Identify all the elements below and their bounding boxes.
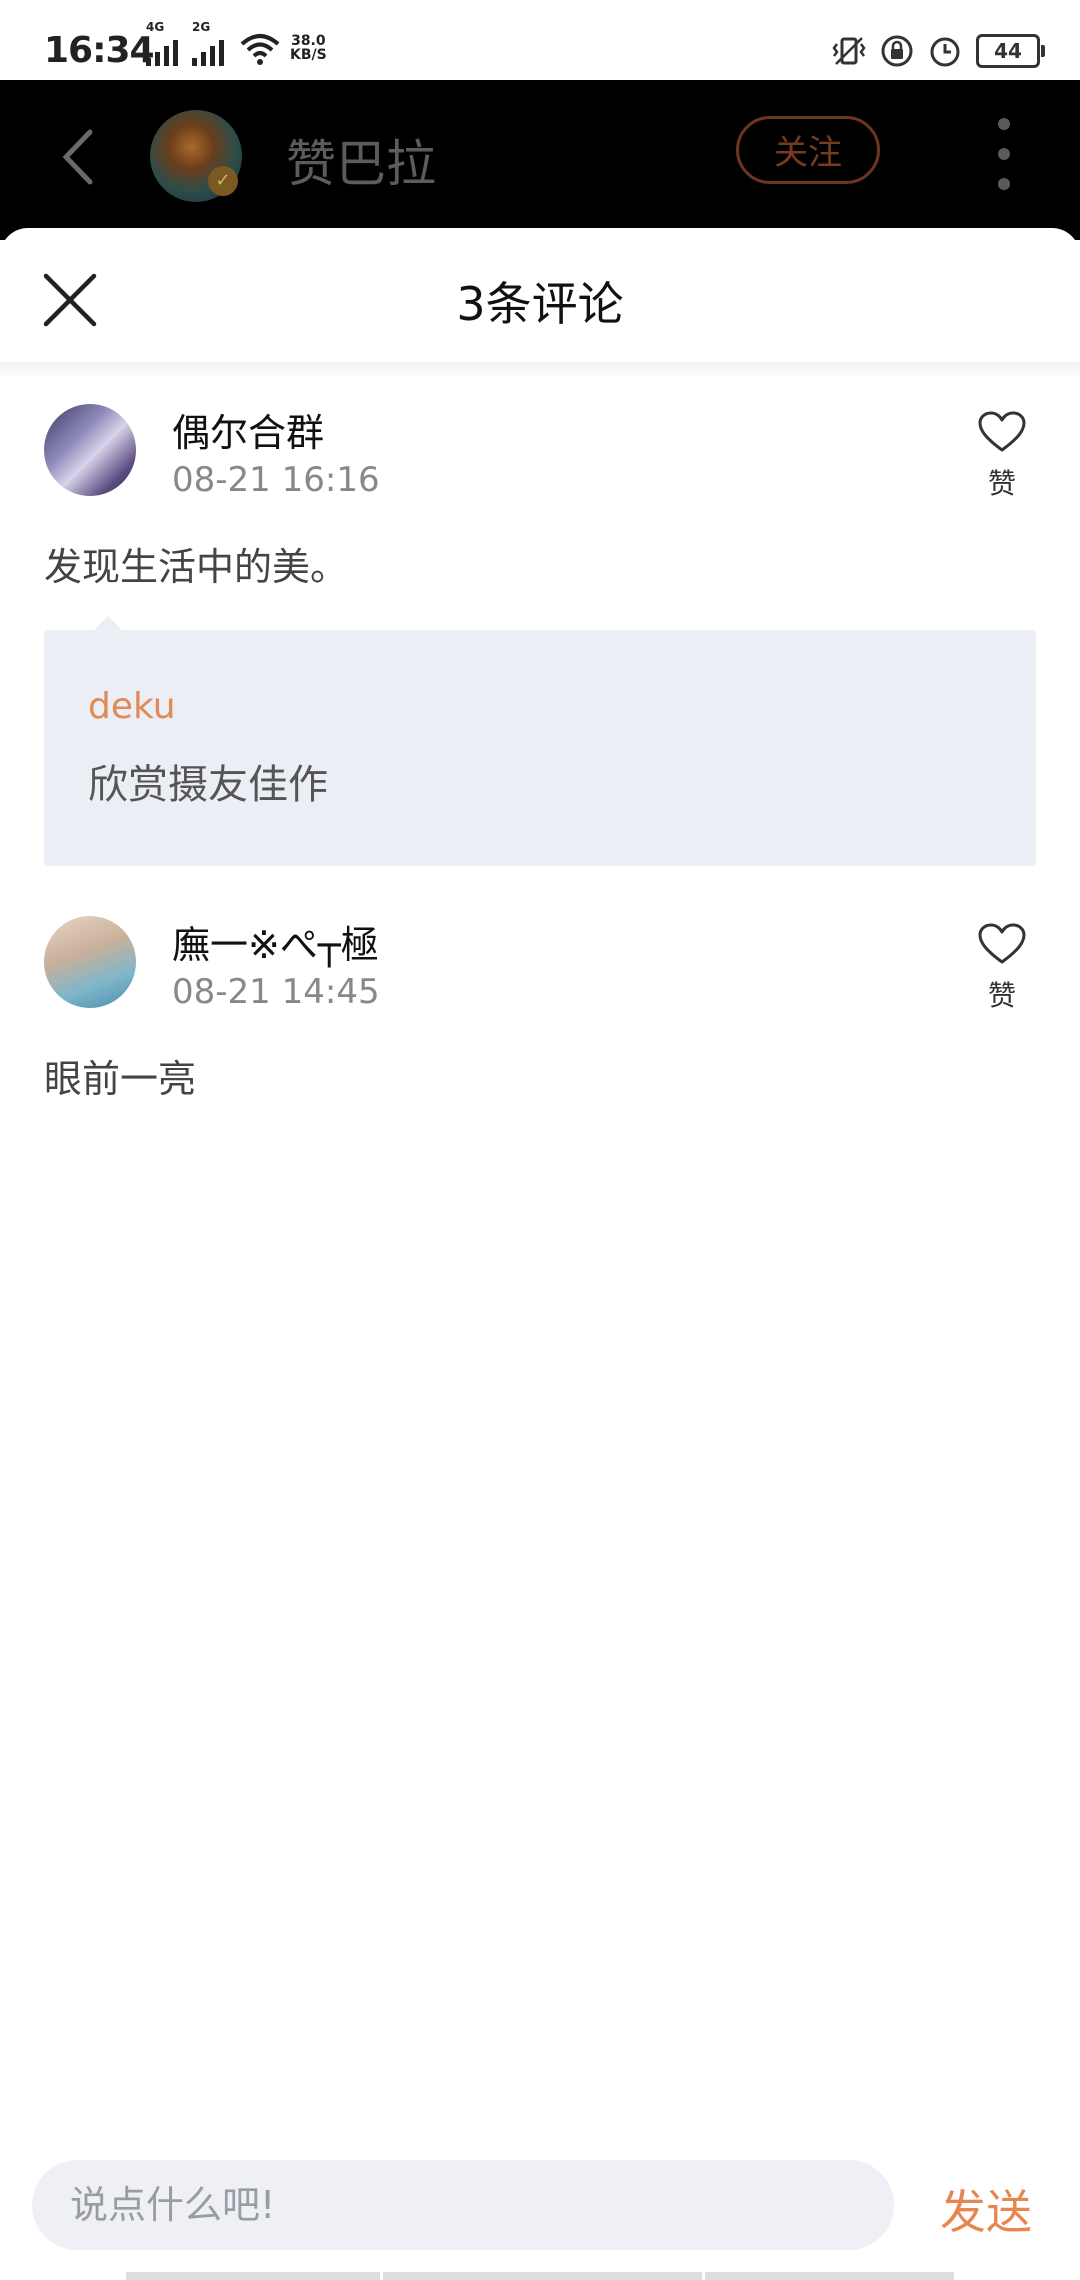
more-options-icon[interactable] (992, 118, 1016, 198)
like-label: 赞 (987, 979, 1016, 1012)
divider (0, 362, 1080, 376)
signal-2g-icon: 2G (192, 20, 224, 66)
like-label: 赞 (987, 467, 1016, 500)
comment-username[interactable]: 偶尔合群 (172, 402, 324, 457)
app-bar: ✓ 赞巴拉 关注 (0, 80, 1080, 240)
signal-4g-icon: 4G (146, 20, 178, 66)
comment-username[interactable]: 廡一※ぺ┬極 (172, 914, 379, 969)
reply-username[interactable]: deku (88, 686, 176, 727)
like-button[interactable]: 赞 (972, 922, 1032, 1014)
status-bar: 16:34 4G 2G 38.0 KB/S 44 (0, 0, 1080, 80)
send-button[interactable]: 发送 (940, 2176, 1032, 2242)
avatar[interactable] (44, 404, 136, 496)
reply-box[interactable]: deku 欣赏摄友佳作 (44, 616, 1036, 866)
rotation-lock-icon (881, 35, 913, 67)
heart-icon (978, 923, 1026, 964)
reply-text: 欣赏摄友佳作 (88, 762, 328, 808)
alarm-icon (930, 37, 960, 67)
sheet-title: 3条评论 (456, 277, 624, 331)
comment-timestamp: 08-21 14:45 (172, 972, 380, 1012)
comment-input[interactable] (32, 2160, 894, 2250)
wifi-icon (240, 34, 280, 65)
comment-sheet: 3条评论 偶尔合群 08-21 16:16 赞 发现生活中的美。 deku 欣赏… (0, 228, 1080, 2280)
like-button[interactable]: 赞 (972, 410, 1032, 502)
navigation-bar (126, 2272, 954, 2280)
heart-icon (978, 411, 1026, 452)
status-time: 16:34 (44, 30, 155, 71)
verified-badge-icon: ✓ (208, 166, 238, 196)
comment-text: 眼前一亮 (44, 1057, 197, 1101)
battery-icon: 44 (976, 34, 1045, 68)
follow-button[interactable]: 关注 (736, 116, 880, 184)
comment-text: 发现生活中的美。 (44, 545, 349, 589)
author-name[interactable]: 赞巴拉 (286, 124, 436, 196)
sheet-header: 3条评论 (0, 228, 1080, 364)
back-arrow-icon[interactable] (50, 122, 110, 192)
avatar[interactable] (44, 916, 136, 1008)
network-speed: 38.0 KB/S (290, 33, 327, 63)
vibrate-icon (832, 37, 866, 65)
comment-timestamp: 08-21 16:16 (172, 460, 380, 500)
comment-input-bar: 发送 (0, 2140, 1080, 2280)
